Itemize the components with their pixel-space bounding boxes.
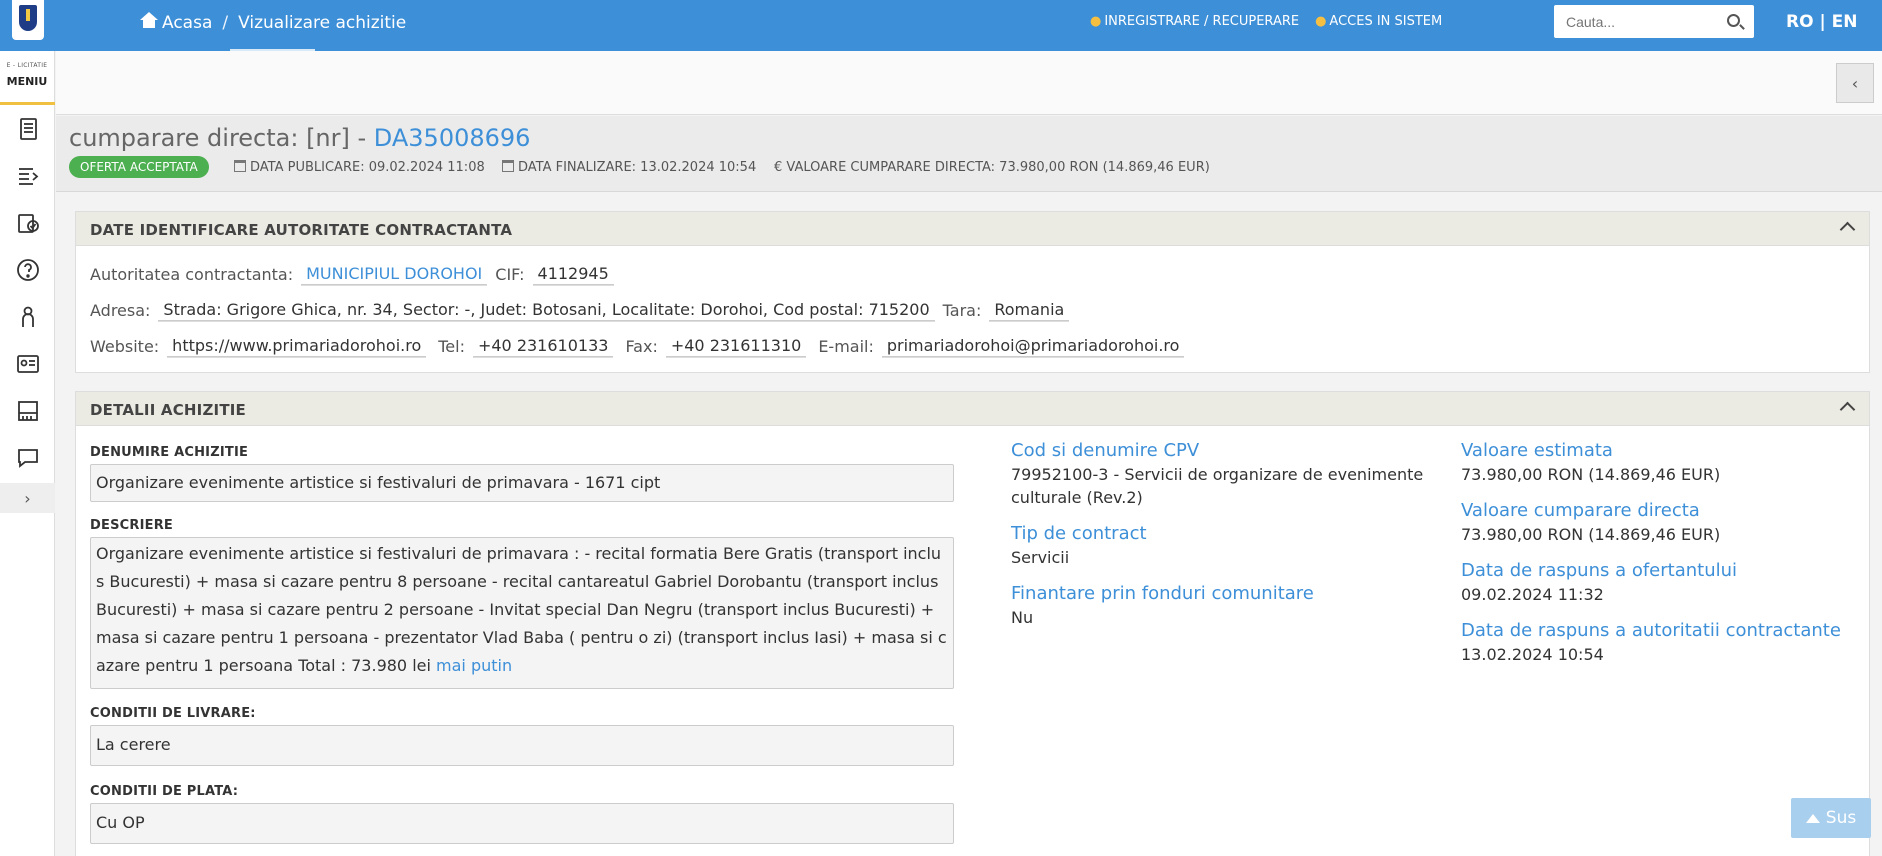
lock-icon: ● — [1315, 14, 1327, 29]
authority-website[interactable]: https://www.primariadorohoi.ro — [167, 335, 427, 357]
lang-ro[interactable]: RO — [1786, 12, 1814, 32]
contract-type-value: Servicii — [1011, 548, 1070, 567]
authority-row-address: Adresa: Strada: Grigore Ghica, nr. 34, S… — [90, 299, 1070, 321]
procurement-name-label: DENUMIRE ACHIZITIE — [90, 445, 249, 460]
chevron-right-icon: › — [24, 488, 31, 508]
finalize-date: DATA FINALIZARE: 13.02.2024 10:54 — [502, 160, 756, 175]
details-column-right: Valoare estimata 73.980,00 RON (14.869,4… — [1461, 440, 1861, 680]
user-icon — [21, 306, 34, 327]
description-field: Organizare evenimente artistice si festi… — [90, 537, 954, 689]
bidder-reply-label: Data de raspuns a ofertantului — [1461, 560, 1738, 581]
home-icon — [140, 12, 158, 28]
sidebar-expand-button[interactable]: › — [0, 483, 55, 513]
chat-icon — [17, 448, 38, 468]
chevron-up-icon[interactable] — [1839, 221, 1856, 238]
sidebar-item-user[interactable] — [0, 293, 55, 340]
search-box — [1554, 5, 1754, 38]
page-title: cumparare directa: [nr] - DA35008696 — [69, 124, 531, 152]
estimated-value: 73.980,00 RON (14.869,46 EUR) — [1461, 465, 1721, 484]
procurement-header: cumparare directa: [nr] - DA35008696 OFE… — [56, 116, 1882, 192]
search-input[interactable] — [1554, 5, 1714, 38]
payment-conditions-field: Cu OP — [90, 803, 954, 844]
sidebar-item-documents[interactable] — [0, 105, 55, 152]
lang-separator: | — [1819, 12, 1826, 32]
details-panel-header[interactable]: DETALII ACHIZITIE — [76, 392, 1869, 426]
delivery-conditions-label: CONDITII DE LIVRARE: — [90, 706, 256, 721]
top-bar: Acasa / Vizualizare achizitie ● INREGISTR… — [0, 0, 1882, 52]
procurement-name-field: Organizare evenimente artistice si festi… — [90, 464, 954, 502]
breadcrumb: Acasa / Vizualizare achizitie — [140, 12, 406, 33]
sidebar-item-clipboard[interactable] — [0, 199, 55, 246]
user-icon: ● — [1090, 14, 1102, 29]
description-label: DESCRIERE — [90, 518, 173, 533]
authority-section-title: DATE IDENTIFICARE AUTORITATE CONTRACTANT… — [90, 221, 513, 239]
authority-tel: +40 231610133 — [472, 335, 614, 357]
shield-icon — [19, 5, 37, 31]
arrow-up-icon — [1805, 813, 1820, 823]
publish-date: DATA PUBLICARE: 09.02.2024 11:08 — [234, 160, 485, 175]
details-panel: DETALII ACHIZITIE DENUMIRE ACHIZITIE Org… — [75, 391, 1870, 856]
site-logo[interactable] — [12, 0, 44, 40]
status-badge: OFERTA ACCEPTATA — [69, 156, 209, 178]
authority-reply-value: 13.02.2024 10:54 — [1461, 645, 1604, 664]
authority-panel-header[interactable]: DATE IDENTIFICARE AUTORITATE CONTRACTANT… — [76, 212, 1869, 246]
payment-conditions-label: CONDITII DE PLATA: — [90, 784, 239, 799]
bidder-reply-value: 09.02.2024 11:32 — [1461, 585, 1604, 604]
sidebar: E - LICITATIE MENIU › — [0, 51, 55, 856]
direct-purchase-value: € VALOARE CUMPARARE DIRECTA: 73.980,00 R… — [774, 160, 1210, 175]
authority-row-name: Autoritatea contractanta: MUNICIPIUL DOR… — [90, 263, 614, 285]
contract-type-label: Tip de contract — [1011, 523, 1147, 544]
login-link[interactable]: ● ACCES IN SISTEM — [1315, 14, 1442, 29]
document-icon — [19, 117, 37, 140]
show-less-link[interactable]: mai putin — [436, 656, 512, 675]
cpv-value: 79952100-3 - Servicii de organizare de e… — [1011, 465, 1424, 507]
estimated-value-label: Valoare estimata — [1461, 440, 1613, 461]
lang-en[interactable]: EN — [1832, 12, 1858, 32]
id-card-icon — [16, 354, 39, 373]
calendar-icon — [234, 160, 246, 172]
sidebar-item-id-card[interactable] — [0, 340, 55, 387]
breadcrumb-current: Vizualizare achizitie — [238, 12, 407, 33]
authority-address: Strada: Grigore Ghica, nr. 34, Sector: -… — [158, 299, 935, 321]
cpv-label: Cod si denumire CPV — [1011, 440, 1200, 461]
sidebar-item-help[interactable] — [0, 246, 55, 293]
sidebar-brand: E - LICITATIE — [6, 62, 48, 69]
chevron-left-icon: ‹ — [1851, 73, 1859, 93]
delivery-conditions-field: La cerere — [90, 725, 954, 766]
authority-cif: 4112945 — [532, 263, 614, 285]
authority-email[interactable]: primariadorohoi@primariadorohoi.ro — [881, 335, 1185, 357]
clipboard-check-icon — [17, 213, 39, 233]
authority-reply-label: Data de raspuns a autoritatii contractan… — [1461, 620, 1841, 641]
sidebar-menu-label[interactable]: MENIU — [0, 75, 54, 88]
top-links: ● INREGISTRARE / RECUPERARE ● ACCES IN SIS… — [1090, 14, 1442, 29]
language-switch: RO | EN — [1786, 12, 1857, 32]
sidebar-item-chat[interactable] — [0, 434, 55, 481]
details-column-middle: Cod si denumire CPV 79952100-3 - Servici… — [1011, 440, 1431, 643]
sidebar-item-building[interactable] — [0, 387, 55, 434]
collapse-panel-button[interactable]: ‹ — [1836, 63, 1874, 103]
direct-value: 73.980,00 RON (14.869,46 EUR) — [1461, 525, 1721, 544]
procurement-code: DA35008696 — [373, 124, 531, 152]
building-icon — [17, 400, 38, 421]
back-to-top-button[interactable]: Sus — [1791, 798, 1871, 838]
details-section-title: DETALII ACHIZITIE — [90, 401, 246, 419]
content-toolbar: ‹ — [56, 51, 1882, 115]
breadcrumb-separator: / — [222, 12, 229, 33]
eu-funds-value: Nu — [1011, 608, 1034, 627]
help-icon — [16, 258, 39, 281]
authority-fax: +40 231611310 — [665, 335, 807, 357]
sidebar-item-list[interactable] — [0, 152, 55, 199]
authority-name-link[interactable]: MUNICIPIUL DOROHOI — [301, 263, 488, 285]
authority-country: Romania — [989, 299, 1070, 321]
direct-value-label: Valoare cumparare directa — [1461, 500, 1700, 521]
authority-panel: DATE IDENTIFICARE AUTORITATE CONTRACTANT… — [75, 211, 1870, 373]
authority-row-contact: Website: https://www.primariadorohoi.ro … — [90, 335, 1185, 357]
search-icon[interactable] — [1727, 14, 1740, 27]
chevron-up-icon[interactable] — [1839, 401, 1856, 418]
eu-funds-label: Finantare prin fonduri comunitare — [1011, 583, 1314, 604]
calendar-icon — [502, 160, 514, 172]
breadcrumb-home[interactable]: Acasa — [140, 12, 212, 33]
register-link[interactable]: ● INREGISTRARE / RECUPERARE — [1090, 14, 1299, 29]
list-export-icon — [18, 167, 38, 185]
